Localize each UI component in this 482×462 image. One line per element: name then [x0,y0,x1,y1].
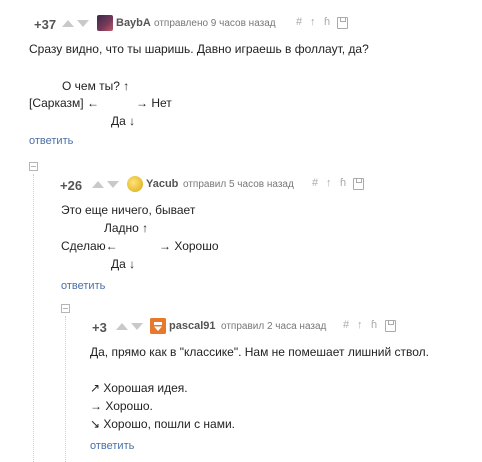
dialogue-option: [Сарказм] ← [29,96,99,110]
downvote-arrow-icon[interactable] [131,323,143,330]
parent-link-icon[interactable]: ↑ [310,16,316,28]
comment-text: Сразу видно, что ты шаришь. Давно играеш… [29,42,369,56]
comment-timestamp[interactable]: отправлено 9 часов назад [154,18,276,29]
comment-rating: +3 [92,320,107,335]
reply-link[interactable]: ответить [90,440,134,452]
save-icon[interactable] [385,320,396,332]
thread-line [65,316,66,462]
upvote-arrow-icon[interactable] [62,20,74,27]
branch-icon[interactable]: ɦ [324,16,330,28]
permalink-icon[interactable]: # [312,177,318,189]
avatar[interactable] [127,176,143,192]
dialogue-option: Ладно ↑ [104,221,149,235]
branch-icon[interactable]: ɦ [371,319,377,331]
comment-rating: +37 [34,17,57,32]
dialogue-option: → Хорошо [159,239,219,253]
avatar[interactable] [97,15,113,31]
branch-icon[interactable]: ɦ [340,177,346,189]
collapse-thread-icon[interactable] [29,162,38,171]
parent-link-icon[interactable]: ↑ [326,177,332,189]
downvote-arrow-icon[interactable] [77,20,89,27]
comment-timestamp[interactable]: отправил 2 часа назад [221,321,326,332]
save-icon[interactable] [337,17,348,29]
dialogue-option: Сделаю← [61,239,118,253]
avatar[interactable] [150,318,166,334]
comment-text: Да, прямо как в "классике". Нам не помеш… [90,345,429,359]
downvote-arrow-icon[interactable] [107,181,119,188]
comment-text: Это еще ничего, бывает [61,203,196,217]
dialogue-option: Да ↓ [111,114,136,128]
dialogue-option: ↗ Хорошая идея. [90,381,188,395]
permalink-icon[interactable]: # [296,16,302,28]
author-name[interactable]: Yacub [146,178,178,190]
permalink-icon[interactable]: # [343,319,349,331]
dialogue-option: Да ↓ [111,257,136,271]
upvote-arrow-icon[interactable] [92,181,104,188]
thread-line [33,174,34,462]
reply-link[interactable]: ответить [29,135,73,147]
reply-link[interactable]: ответить [61,280,105,292]
author-name[interactable]: BaybA [116,17,151,29]
dialogue-option: → Нет [136,96,172,110]
dialogue-option: → Хорошо. [90,399,153,413]
dialogue-option: ↘ Хорошо, пошли с нами. [90,417,236,431]
avatar-logo-icon [150,318,166,334]
dialogue-option: О чем ты? ↑ [62,79,130,93]
parent-link-icon[interactable]: ↑ [357,319,363,331]
comment-timestamp[interactable]: отправил 5 часов назад [183,179,294,190]
save-icon[interactable] [353,178,364,190]
author-name[interactable]: pascal91 [169,320,215,332]
collapse-thread-icon[interactable] [61,304,70,313]
upvote-arrow-icon[interactable] [116,323,128,330]
comment-rating: +26 [60,178,83,193]
